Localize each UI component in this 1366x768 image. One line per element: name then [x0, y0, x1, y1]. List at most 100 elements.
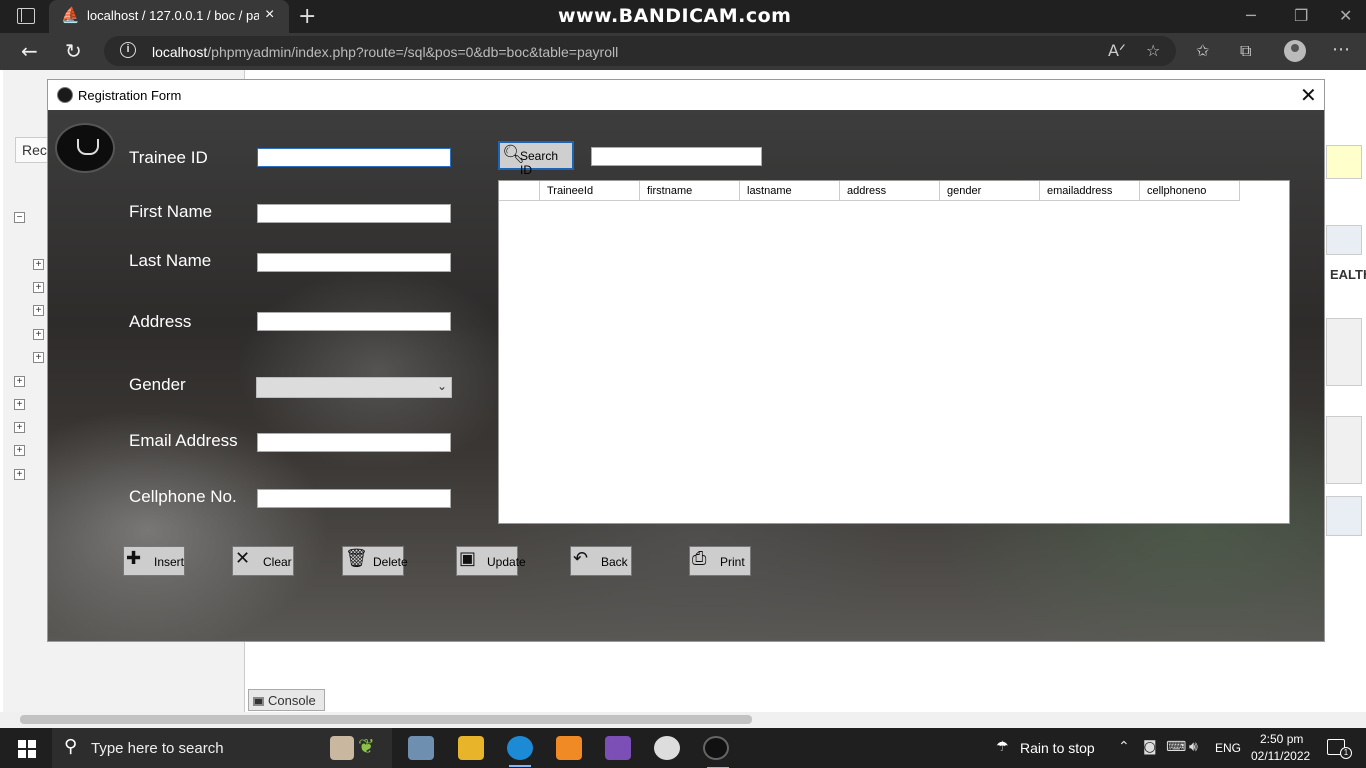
grid-column-header[interactable]: gender	[940, 181, 1040, 201]
grid-row-header-cell	[499, 181, 540, 201]
edge-browser-icon[interactable]	[507, 736, 533, 767]
search-icon: ⚲	[64, 736, 78, 757]
volume-icon[interactable]: 🔊︎	[1189, 739, 1198, 755]
form-titlebar: Registration Form ✕	[48, 80, 1324, 110]
tree-expand-icon[interactable]: +	[33, 259, 44, 270]
grid-column-header[interactable]: firstname	[640, 181, 740, 201]
gender-select[interactable]: ⌄	[256, 377, 452, 398]
last-name-input[interactable]	[257, 253, 451, 272]
registration-app-icon[interactable]	[703, 736, 729, 768]
update-button[interactable]: ▣ Update	[456, 546, 526, 576]
weather-text[interactable]: Rain to stop	[1020, 740, 1095, 756]
clear-button[interactable]: ✕ Clear	[232, 546, 294, 576]
trash-icon: 🗑︎	[345, 548, 368, 569]
trainee-data-grid[interactable]: TraineeId firstname lastname address gen…	[498, 180, 1290, 524]
tab-close-icon[interactable]: ×	[265, 6, 274, 24]
chevron-down-icon[interactable]: ⌄	[437, 379, 447, 393]
insert-button[interactable]: ✚ Insert	[123, 546, 185, 576]
tab-actions-icon[interactable]	[17, 8, 35, 24]
search-id-input[interactable]	[591, 147, 762, 166]
grid-column-header[interactable]: address	[840, 181, 940, 201]
add-favorite-icon[interactable]: ☆	[1146, 41, 1160, 60]
minimize-icon[interactable]: ─	[1246, 6, 1256, 25]
language-indicator[interactable]: ENG	[1215, 741, 1241, 755]
print-button[interactable]: ⎙ Print	[689, 546, 751, 576]
tree-expand-icon[interactable]: +	[14, 376, 25, 387]
email-input[interactable]	[257, 433, 451, 452]
notification-count: 1	[1340, 747, 1352, 759]
tree-collapse-icon[interactable]: −	[14, 212, 25, 223]
new-tab-icon[interactable]: +	[298, 4, 316, 29]
visual-studio-icon[interactable]	[605, 736, 631, 760]
horizontal-scrollbar[interactable]	[0, 712, 1366, 727]
trainee-id-input[interactable]	[257, 148, 451, 167]
registration-form-window: Registration Form ✕ Trainee ID First Nam…	[47, 79, 1325, 642]
browser-titlebar: ⛵ localhost / 127.0.0.1 / boc / payroll …	[0, 0, 1366, 33]
clock-date[interactable]: 02/11/2022	[1251, 749, 1310, 763]
tab-title: localhost / 127.0.0.1 / boc / payroll	[87, 8, 259, 23]
cellphone-input[interactable]	[257, 489, 451, 508]
address-label: Address	[129, 312, 192, 331]
file-explorer-icon[interactable]	[458, 736, 484, 760]
console-icon	[253, 697, 264, 707]
url-field[interactable]: i localhost/phpmyadmin/index.php?route=/…	[104, 36, 1176, 66]
form-close-icon[interactable]: ✕	[1300, 83, 1317, 107]
grid-column-header[interactable]: emailaddress	[1040, 181, 1140, 201]
back-arrow-icon[interactable]: ←	[21, 39, 38, 63]
grid-column-header[interactable]: cellphoneno	[1140, 181, 1240, 201]
back-button[interactable]: ↶ Back	[570, 546, 632, 576]
windows-start-icon[interactable]	[18, 740, 36, 758]
tree-expand-icon[interactable]: +	[33, 305, 44, 316]
read-aloud-icon[interactable]: Aᐟ	[1108, 41, 1126, 60]
tree-expand-icon[interactable]: +	[14, 469, 25, 480]
cellphone-label: Cellphone No.	[129, 487, 237, 506]
taskbar-search-placeholder: Type here to search	[91, 740, 224, 757]
search-id-button[interactable]: 🔍︎ Search ID	[498, 141, 574, 177]
window-close-icon[interactable]: ✕	[1339, 6, 1352, 25]
tree-expand-icon[interactable]: +	[14, 445, 25, 456]
app-logo-icon	[57, 87, 73, 103]
restore-icon[interactable]: ❐	[1294, 6, 1308, 25]
taskbar-search-box[interactable]: ⚲ Type here to search ❦	[52, 728, 392, 768]
x-icon: ✕	[235, 548, 251, 569]
address-bar-row: ← ↻ i localhost/phpmyadmin/index.php?rou…	[0, 33, 1366, 70]
pma-console-tab[interactable]: Console	[248, 689, 325, 711]
phpmyadmin-favicon-icon: ⛵	[61, 7, 80, 24]
leaf-highlight-icon: ❦	[358, 736, 375, 758]
clock-time[interactable]: 2:50 pm	[1260, 732, 1303, 746]
profile-avatar[interactable]	[1284, 40, 1306, 62]
email-label: Email Address	[129, 431, 238, 450]
grid-column-header[interactable]: TraineeId	[540, 181, 640, 201]
pma-notice-box	[1326, 145, 1362, 179]
favorites-icon[interactable]: ✩	[1196, 41, 1209, 60]
grid-column-header[interactable]: lastname	[740, 181, 840, 201]
weather-icon[interactable]: ☂	[996, 738, 1009, 755]
tree-expand-icon[interactable]: +	[33, 282, 44, 293]
tree-expand-icon[interactable]: +	[14, 399, 25, 410]
webcam-icon[interactable]: ◙	[1143, 739, 1157, 755]
tree-expand-icon[interactable]: +	[33, 329, 44, 340]
back-arrow-icon: ↶	[573, 548, 589, 569]
printer-icon: ⎙	[692, 548, 707, 569]
collections-icon[interactable]: ⧉	[1240, 41, 1251, 61]
chevron-up-icon[interactable]: ⌃	[1118, 739, 1130, 755]
address-input[interactable]	[257, 312, 451, 331]
delete-button[interactable]: 🗑︎ Delete	[342, 546, 408, 576]
refresh-icon[interactable]: ↻	[65, 39, 82, 63]
xampp-icon[interactable]	[556, 736, 582, 760]
url-text: localhost/phpmyadmin/index.php?route=/sq…	[152, 44, 619, 60]
tree-expand-icon[interactable]: +	[14, 422, 25, 433]
network-icon[interactable]: ⌨	[1166, 739, 1186, 755]
tree-expand-icon[interactable]: +	[33, 352, 44, 363]
browser-tab[interactable]: ⛵ localhost / 127.0.0.1 / boc / payroll …	[49, 0, 289, 33]
media-player-icon[interactable]	[654, 736, 680, 760]
paint-app-icon[interactable]	[408, 736, 434, 760]
plus-icon: ✚	[126, 548, 142, 569]
first-name-input[interactable]	[257, 204, 451, 223]
first-name-label: First Name	[129, 202, 213, 221]
gender-label: Gender	[129, 375, 186, 394]
form-body: Trainee ID First Name Last Name Address …	[48, 110, 1324, 641]
scrollbar-thumb[interactable]	[20, 715, 752, 724]
site-info-icon[interactable]: i	[120, 42, 136, 58]
more-menu-icon[interactable]: ⋯	[1332, 39, 1350, 60]
